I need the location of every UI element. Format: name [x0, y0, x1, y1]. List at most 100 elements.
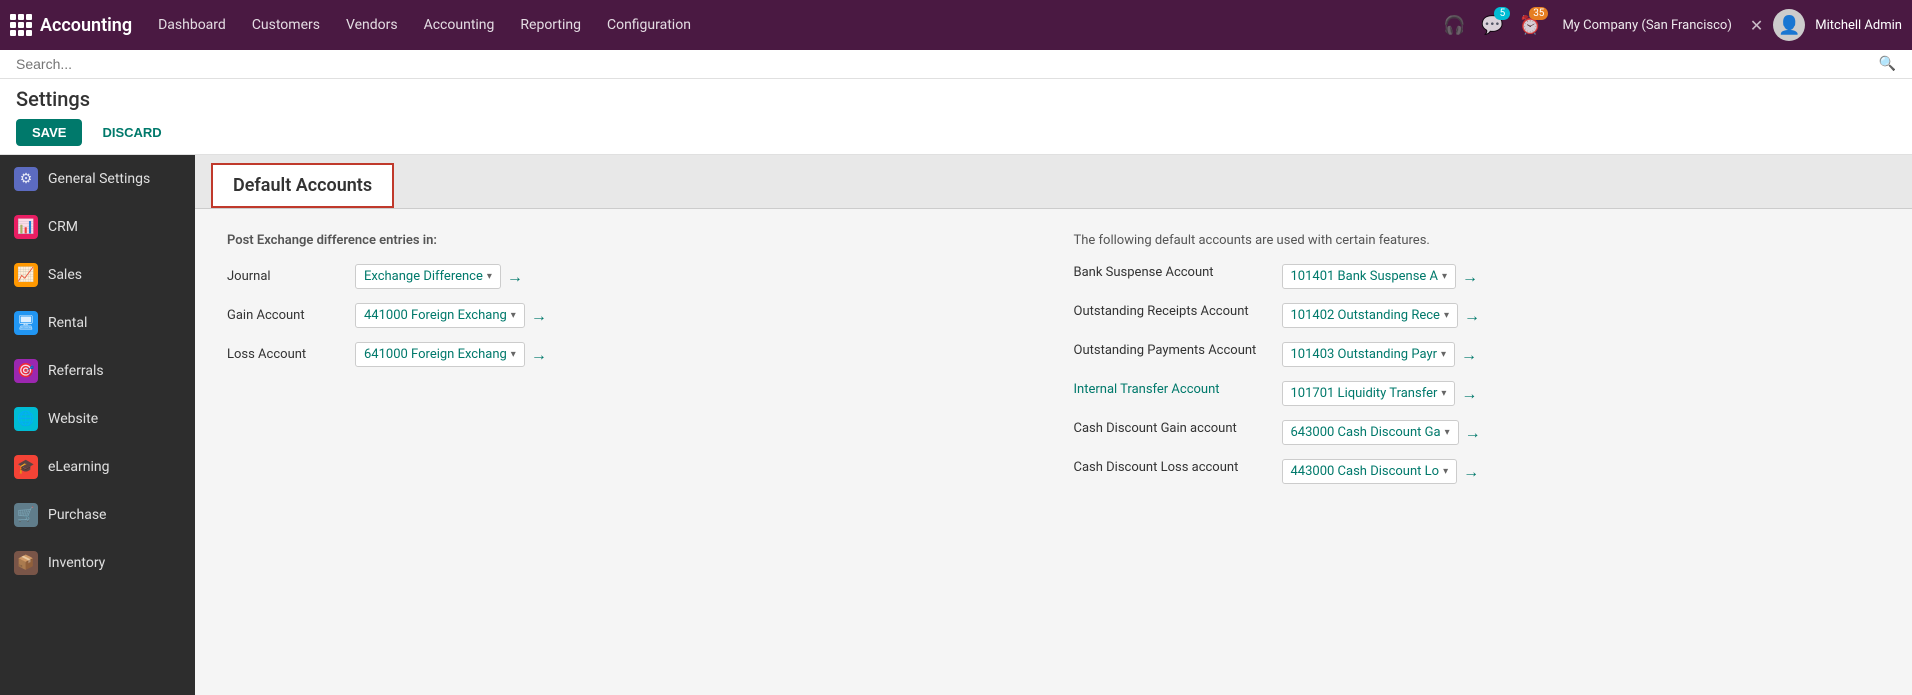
activity-badge: 35 [1529, 7, 1548, 20]
chat-badge: 5 [1494, 7, 1510, 20]
headset-icon[interactable]: 🎧 [1440, 11, 1468, 39]
field-row-bank-suspense: Bank Suspense Account 101401 Bank Suspen… [1074, 264, 1881, 289]
app-name: Accounting [40, 15, 132, 36]
sidebar-label-inventory: Inventory [48, 555, 105, 571]
internal-transfer-arrow[interactable]: → [1461, 384, 1477, 404]
search-input[interactable] [16, 56, 1879, 72]
gain-arrow[interactable]: → [531, 306, 547, 326]
internal-transfer-select[interactable]: 101701 Liquidity Transfer ▾ [1282, 381, 1456, 406]
cash-discount-gain-caret: ▾ [1445, 427, 1450, 438]
field-value-journal: Exchange Difference ▾ → [355, 264, 523, 289]
sidebar-item-elearning[interactable]: 🎓 eLearning [0, 443, 195, 491]
left-column: Post Exchange difference entries in: Jou… [227, 233, 1034, 498]
sidebar-item-general-settings[interactable]: ⚙ General Settings [0, 155, 195, 203]
sidebar-label-referrals: Referrals [48, 363, 104, 379]
rental-icon: 🖥 [14, 311, 38, 335]
field-row-outstanding-receipts: Outstanding Receipts Account 101402 Outs… [1074, 303, 1881, 328]
field-value-outstanding-receipts: 101402 Outstanding Rece ▾ → [1282, 303, 1480, 328]
elearning-icon: 🎓 [14, 455, 38, 479]
sidebar-item-purchase[interactable]: 🛒 Purchase [0, 491, 195, 539]
section-header: Default Accounts [195, 155, 1912, 209]
topnav-right: 🎧 💬 5 ⏰ 35 My Company (San Francisco) ✕ … [1440, 9, 1902, 41]
referrals-icon: 🎯 [14, 359, 38, 383]
journal-value: Exchange Difference [364, 269, 483, 284]
internal-transfer-value: 101701 Liquidity Transfer [1291, 386, 1438, 401]
action-buttons: SAVE DISCARD [16, 119, 1896, 146]
journal-select[interactable]: Exchange Difference ▾ [355, 264, 501, 289]
nav-configuration[interactable]: Configuration [595, 11, 703, 39]
field-label-cash-discount-gain: Cash Discount Gain account [1074, 420, 1274, 438]
avatar[interactable]: 👤 [1773, 9, 1805, 41]
outstanding-payments-value: 101403 Outstanding Payr [1291, 347, 1438, 362]
bank-suspense-select[interactable]: 101401 Bank Suspense A ▾ [1282, 264, 1457, 289]
sidebar-item-crm[interactable]: 📊 CRM [0, 203, 195, 251]
crm-icon: 📊 [14, 215, 38, 239]
inventory-icon: 📦 [14, 551, 38, 575]
right-intro: The following default accounts are used … [1074, 233, 1881, 248]
company-name[interactable]: My Company (San Francisco) [1554, 18, 1739, 33]
bank-suspense-value: 101401 Bank Suspense A [1291, 269, 1439, 284]
cash-discount-gain-value: 643000 Cash Discount Ga [1291, 425, 1441, 440]
sidebar-label-crm: CRM [48, 219, 78, 235]
save-button[interactable]: SAVE [16, 119, 82, 146]
cash-discount-gain-arrow[interactable]: → [1465, 423, 1481, 443]
outstanding-payments-caret: ▾ [1441, 349, 1446, 360]
sidebar-label-rental: Rental [48, 315, 87, 331]
outstanding-payments-arrow[interactable]: → [1461, 345, 1477, 365]
field-label-outstanding-payments: Outstanding Payments Account [1074, 342, 1274, 360]
field-row-cash-discount-loss: Cash Discount Loss account 443000 Cash D… [1074, 459, 1881, 484]
cash-discount-gain-select[interactable]: 643000 Cash Discount Ga ▾ [1282, 420, 1459, 445]
page-header: Settings SAVE DISCARD [0, 79, 1912, 155]
loss-account-select[interactable]: 641000 Foreign Exchang ▾ [355, 342, 525, 367]
search-bar: 🔍 [0, 50, 1912, 79]
chat-icon[interactable]: 💬 5 [1478, 11, 1506, 39]
field-value-cash-discount-gain: 643000 Cash Discount Ga ▾ → [1282, 420, 1481, 445]
sidebar-label-elearning: eLearning [48, 459, 109, 475]
section-title: Default Accounts [211, 163, 394, 208]
outstanding-receipts-select[interactable]: 101402 Outstanding Rece ▾ [1282, 303, 1458, 328]
nav-dashboard[interactable]: Dashboard [146, 11, 238, 39]
field-value-loss: 641000 Foreign Exchang ▾ → [355, 342, 547, 367]
nav-reporting[interactable]: Reporting [508, 11, 593, 39]
outstanding-receipts-arrow[interactable]: → [1464, 306, 1480, 326]
nav-customers[interactable]: Customers [240, 11, 332, 39]
gain-dropdown-caret: ▾ [511, 310, 516, 321]
purchase-icon: 🛒 [14, 503, 38, 527]
gain-account-select[interactable]: 441000 Foreign Exchang ▾ [355, 303, 525, 328]
app-brand[interactable]: Accounting [10, 14, 132, 36]
left-intro: Post Exchange difference entries in: [227, 233, 1034, 248]
cash-discount-loss-caret: ▾ [1443, 466, 1448, 477]
close-icon[interactable]: ✕ [1750, 16, 1763, 35]
topnav: Accounting Dashboard Customers Vendors A… [0, 0, 1912, 50]
sidebar-item-rental[interactable]: 🖥 Rental [0, 299, 195, 347]
cash-discount-loss-value: 443000 Cash Discount Lo [1291, 464, 1440, 479]
loss-arrow[interactable]: → [531, 345, 547, 365]
content-body: Post Exchange difference entries in: Jou… [195, 209, 1912, 522]
cash-discount-loss-select[interactable]: 443000 Cash Discount Lo ▾ [1282, 459, 1458, 484]
bank-suspense-caret: ▾ [1442, 271, 1447, 282]
website-icon: 🌐 [14, 407, 38, 431]
journal-arrow[interactable]: → [507, 267, 523, 287]
nav-vendors[interactable]: Vendors [334, 11, 410, 39]
sidebar-item-website[interactable]: 🌐 Website [0, 395, 195, 443]
field-row-outstanding-payments: Outstanding Payments Account 101403 Outs… [1074, 342, 1881, 367]
activity-icon[interactable]: ⏰ 35 [1516, 11, 1544, 39]
field-row-journal: Journal Exchange Difference ▾ → [227, 264, 1034, 289]
sidebar-item-inventory[interactable]: 📦 Inventory [0, 539, 195, 587]
discard-button[interactable]: DISCARD [90, 119, 173, 146]
loss-account-value: 641000 Foreign Exchang [364, 347, 507, 362]
journal-dropdown-caret: ▾ [487, 271, 492, 282]
field-label-internal-transfer: Internal Transfer Account [1074, 381, 1274, 399]
sidebar-item-referrals[interactable]: 🎯 Referrals [0, 347, 195, 395]
field-label-journal: Journal [227, 269, 347, 284]
cash-discount-loss-arrow[interactable]: → [1463, 462, 1479, 482]
outstanding-payments-select[interactable]: 101403 Outstanding Payr ▾ [1282, 342, 1456, 367]
field-label-cash-discount-loss: Cash Discount Loss account [1074, 459, 1274, 477]
outstanding-receipts-caret: ▾ [1444, 310, 1449, 321]
search-icon[interactable]: 🔍 [1879, 56, 1896, 72]
sidebar-item-sales[interactable]: 📈 Sales [0, 251, 195, 299]
bank-suspense-arrow[interactable]: → [1462, 267, 1478, 287]
field-label-outstanding-receipts: Outstanding Receipts Account [1074, 303, 1274, 321]
nav-accounting[interactable]: Accounting [412, 11, 507, 39]
gear-icon: ⚙ [14, 167, 38, 191]
